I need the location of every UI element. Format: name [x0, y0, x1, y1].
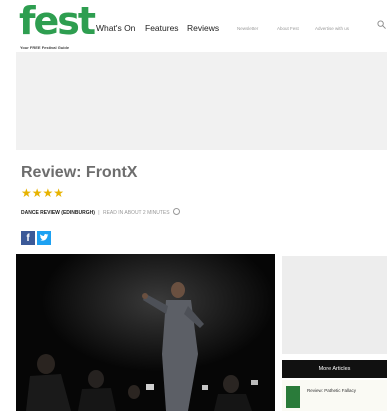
article-thumbnail[interactable] — [286, 386, 300, 408]
sidebar-article-item[interactable]: Review: Pathetic Fallacy — [282, 380, 387, 411]
logo-wordmark: fest — [19, 0, 96, 43]
more-articles-header: More Articles — [282, 360, 387, 378]
nav-features[interactable]: Features — [145, 23, 179, 33]
search-icon[interactable] — [377, 20, 386, 29]
article-title: Review: FrontX — [21, 164, 138, 181]
twitter-share-button[interactable] — [37, 231, 51, 245]
logo[interactable]: fest Your FREE Festival Guide — [19, 0, 96, 52]
nav-advertise[interactable]: Advertise with us — [315, 26, 349, 31]
sidebar-article-title[interactable]: Review: Pathetic Fallacy — [307, 388, 356, 393]
facebook-icon: f — [26, 233, 30, 244]
rating-stars: ★★★★ — [21, 186, 65, 200]
logo-tagline: Your FREE Festival Guide — [20, 45, 70, 50]
facebook-share-button[interactable]: f — [21, 231, 35, 245]
category-link[interactable]: DANCE REVIEW (EDINBURGH) — [21, 210, 95, 216]
dancer-image — [16, 254, 275, 411]
twitter-icon — [40, 234, 49, 241]
read-time: READ IN ABOUT 2 MINUTES — [102, 210, 170, 216]
sidebar-ad — [282, 256, 387, 354]
article-photo — [16, 254, 275, 411]
clock-icon — [172, 208, 180, 215]
nav-whats-on[interactable]: What's On — [96, 23, 135, 33]
ad-banner — [16, 52, 387, 150]
nav-newsletter[interactable]: Newsletter — [237, 26, 258, 31]
article-meta: DANCE REVIEW (EDINBURGH) | READ IN ABOUT… — [21, 208, 180, 216]
meta-separator: | — [98, 210, 100, 216]
nav-about-fest[interactable]: About Fest — [277, 26, 299, 31]
nav-reviews[interactable]: Reviews — [187, 23, 219, 33]
